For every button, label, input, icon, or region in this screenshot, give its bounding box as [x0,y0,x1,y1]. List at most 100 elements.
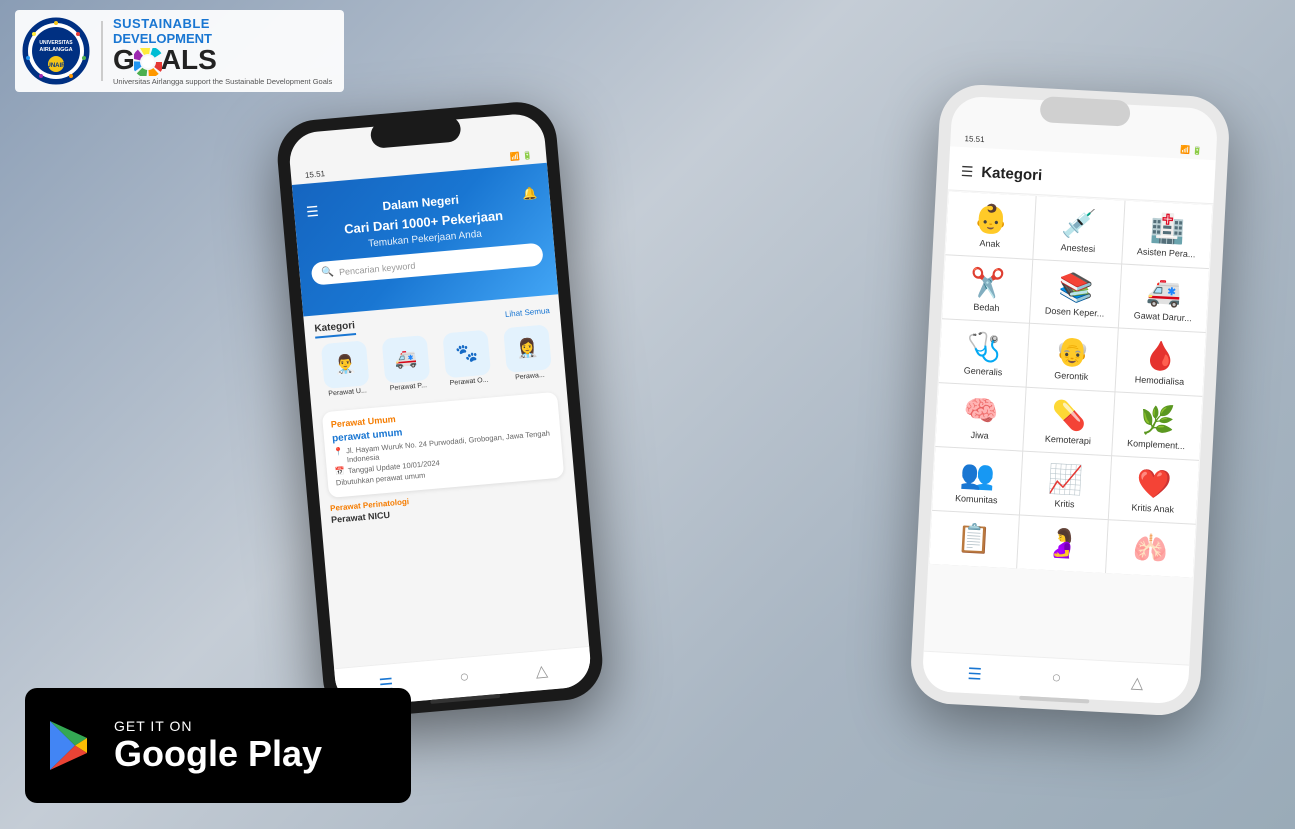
time-right: 15.51 [964,134,984,144]
unair-logo: UNIVERSITAS AIRLANGGA UNAIR [21,16,91,86]
kritis-icon: 📈 [1048,465,1084,495]
anak-label: Anak [979,238,1000,249]
asisten-icon: 🏥 [1149,214,1185,244]
google-play-text-area: GET IT ON Google Play [114,718,322,774]
pregnancy-icon: 🤰 [1044,529,1080,559]
list-item[interactable]: 👥 Komunitas [932,447,1023,514]
circle-nav-icon[interactable]: ○ [459,668,470,687]
list-item[interactable]: 💉 Anestesi [1034,196,1125,263]
list-item[interactable]: 👨‍⚕️ Perawat U... [316,340,375,399]
generalis-icon: 🩺 [966,333,1002,363]
kategori-icon: 👩‍⚕️ [503,324,552,373]
komunitas-label: Komunitas [955,493,998,505]
job-card[interactable]: Perawat Umum perawat umum 📍 Jl. Hayam Wu… [322,392,565,498]
list-item[interactable]: 🫁 [1106,520,1196,577]
gawat-icon: 🚑 [1146,278,1182,308]
hemodialisa-label: Hemodialisa [1134,374,1184,387]
list-item[interactable]: 🩺 Generalis [939,319,1030,386]
lihat-semua-btn[interactable]: Lihat Semua [505,306,551,319]
generalis-label: Generalis [964,365,1003,377]
sdg-branding: SUSTAINABLE DEVELOPMENT G [113,16,332,86]
screen-left: 15.51 📶 🔋 ☰ Dalam Negeri 🔔 Cari Dari 100… [287,112,592,708]
search-icon-left: 🔍 [321,267,334,279]
list-item[interactable]: ❤️ Kritis Anak [1108,456,1199,523]
logo-divider [101,21,103,81]
list-item[interactable]: 🚑 Gawat Darur... [1119,265,1210,332]
komplement-label: Komplement... [1127,438,1185,451]
list-item[interactable]: 📋 [929,511,1019,568]
list-item[interactable]: ✂️ Bedah [942,255,1033,322]
google-play-button[interactable]: GET IT ON Google Play [25,688,411,803]
kritis-label: Kritis [1054,498,1074,509]
sdg-line1: SUSTAINABLE [113,16,217,31]
google-play-store-name: Google Play [114,734,322,774]
list-item[interactable]: 🏥 Asisten Pera... [1122,201,1213,268]
phone-left: 15.51 📶 🔋 ☰ Dalam Negeri 🔔 Cari Dari 100… [274,99,605,721]
anak-icon: 👶 [973,205,1009,235]
list-item[interactable]: 👩‍⚕️ Perawa... [498,324,556,382]
home-nav-icon-right[interactable]: ☰ [967,664,982,685]
kategori-icon: 🚑 [382,335,431,384]
gerontik-label: Gerontik [1054,370,1088,382]
svg-text:UNAIR: UNAIR [47,63,67,69]
triangle-nav-icon[interactable]: △ [535,660,549,681]
dosen-label: Dosen Keper... [1045,306,1105,319]
komunitas-icon: 👥 [959,460,995,490]
asisten-label: Asisten Pera... [1137,246,1196,259]
circle-nav-icon-right[interactable]: ○ [1051,669,1062,687]
dynamic-island-right [1040,96,1131,127]
kategori-label-item: Perawat P... [390,382,428,392]
clipboard-icon: 📋 [956,524,992,554]
sdg-subtitle: Universitas Airlangga support the Sustai… [113,77,332,86]
kategori-label-item: Perawat U... [328,387,367,397]
kategori-icon: 👨‍⚕️ [321,340,370,389]
kategori-label: Kategori [314,320,356,338]
bedah-label: Bedah [973,302,1000,313]
bedah-icon: ✂️ [969,269,1005,299]
komplement-icon: 🌿 [1139,406,1175,436]
location-icon: 📍 [333,447,344,457]
triangle-nav-icon-right[interactable]: △ [1131,672,1144,693]
list-item[interactable]: 📚 Dosen Keper... [1030,260,1121,327]
gerontik-icon: 👴 [1054,337,1090,367]
kategori-label-item: Perawat O... [449,377,488,387]
anestesi-icon: 💉 [1061,209,1097,239]
anestesi-label: Anestesi [1060,242,1095,254]
list-item[interactable]: 🧠 Jiwa [935,383,1026,450]
kritis-anak-icon: ❤️ [1136,470,1172,500]
list-item[interactable]: 🩸 Hemodialisa [1115,328,1206,395]
sdg-goals-text: G ALS [113,46,217,76]
hamburger-icon[interactable]: ☰ [306,203,320,221]
kategori-label-item: Perawa... [515,372,545,382]
icons-right: 📶 🔋 [1180,145,1203,155]
calendar-icon: 📅 [335,467,346,477]
app-title-left: Dalam Negeri [382,192,460,213]
kemoterapi-label: Kemoterapi [1045,434,1091,446]
kategori-right-title: Kategori [981,164,1043,184]
jiwa-label: Jiwa [970,430,989,441]
jiwa-icon: 🧠 [963,396,999,426]
logo-area: UNIVERSITAS AIRLANGGA UNAIR SUSTAINABLE … [15,10,344,92]
kategori-grid-right: 👶 Anak 💉 Anestesi 🏥 Asisten Pera... ✂️ B… [929,191,1212,577]
time-left: 15.51 [305,169,326,180]
phone-right: 15.51 📶 🔋 ☰ Kategori 👶 Anak 💉 Anestesi [909,83,1231,717]
screen-right: 15.51 📶 🔋 ☰ Kategori 👶 Anak 💉 Anestesi [922,95,1219,704]
list-item[interactable]: 🐾 Perawat O... [437,329,496,388]
icons-left: 📶 🔋 [510,151,533,162]
list-item[interactable]: 🌿 Komplement... [1112,392,1203,459]
list-item[interactable]: 🤰 [1017,516,1107,573]
kategori-icon: 🐾 [442,330,491,379]
list-item[interactable]: 👴 Gerontik [1027,324,1118,391]
list-item[interactable]: 📈 Kritis [1020,452,1111,519]
list-item[interactable]: 👶 Anak [945,191,1036,258]
list-item[interactable]: 🚑 Perawat P... [377,334,436,393]
bell-icon[interactable]: 🔔 [522,185,538,200]
left-phone-header: ☰ Dalam Negeri 🔔 Cari Dari 1000+ Pekerja… [292,163,559,317]
gawat-label: Gawat Darur... [1134,310,1192,323]
kemoterapi-icon: 💊 [1051,401,1087,431]
hamburger-icon-right[interactable]: ☰ [960,163,973,181]
hemodialisa-icon: 🩸 [1143,342,1179,372]
list-item[interactable]: 💊 Kemoterapi [1024,388,1115,455]
dosen-icon: 📚 [1058,273,1094,303]
get-it-on-text: GET IT ON [114,718,322,734]
